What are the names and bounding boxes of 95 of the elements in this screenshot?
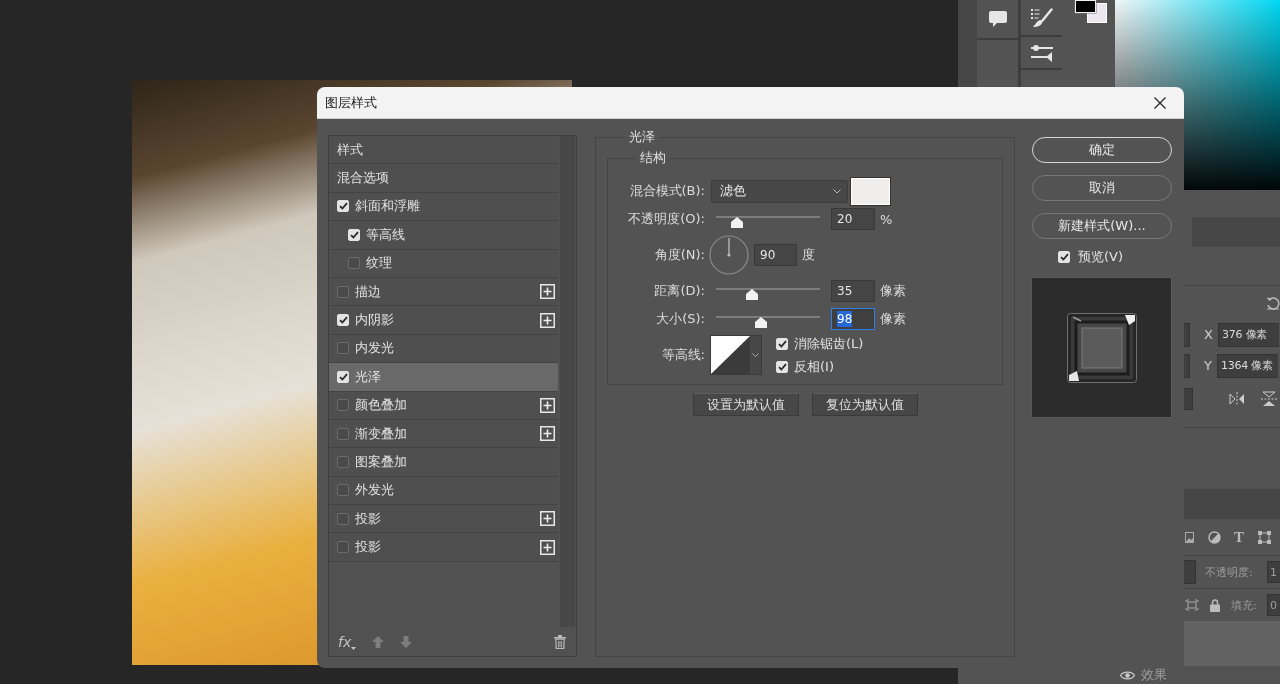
lock-icon[interactable] bbox=[1210, 598, 1220, 612]
tool-slot bbox=[977, 40, 1018, 87]
group-title: 结构 bbox=[639, 151, 667, 165]
default-button[interactable]: 复位为默认值 bbox=[811, 393, 918, 416]
plus-box-icon[interactable] bbox=[540, 511, 555, 527]
plus-box-icon[interactable] bbox=[540, 284, 555, 300]
checkmark-icon bbox=[338, 202, 348, 211]
checkmark-icon bbox=[777, 339, 787, 348]
checkbox[interactable] bbox=[337, 399, 349, 412]
field-label: 大小(S): bbox=[655, 310, 705, 328]
plus-box-icon[interactable] bbox=[540, 397, 555, 413]
number-field[interactable]: 20 bbox=[831, 208, 875, 230]
opacity-label: 不透明度: bbox=[1205, 564, 1253, 580]
field-label: 距离(D): bbox=[653, 282, 705, 300]
plus-box-icon[interactable] bbox=[540, 312, 555, 328]
tool-button[interactable] bbox=[1021, 0, 1062, 35]
checkbox[interactable] bbox=[337, 541, 349, 554]
effects-label: 效果 bbox=[1141, 666, 1167, 684]
plus-box-icon[interactable] bbox=[540, 539, 555, 555]
brush-icon bbox=[1030, 7, 1053, 28]
checkbox[interactable] bbox=[337, 342, 349, 355]
eye-icon[interactable] bbox=[1120, 670, 1135, 680]
fill-label: 填充: bbox=[1231, 597, 1257, 613]
unit-label: % bbox=[880, 211, 893, 227]
checkbox-label: 预览(V) bbox=[1078, 248, 1124, 266]
dropdown-field[interactable] bbox=[1184, 387, 1193, 410]
chevron-down-icon bbox=[752, 353, 759, 357]
number-field[interactable]: 98 bbox=[831, 308, 875, 330]
default-button[interactable]: 设置为默认值 bbox=[692, 393, 799, 416]
style-list-item[interactable]: 光泽 bbox=[329, 363, 558, 392]
contour-picker[interactable] bbox=[711, 336, 761, 374]
checkmark-icon bbox=[1059, 253, 1069, 261]
section-title: 光泽 bbox=[628, 130, 656, 144]
slider-track[interactable] bbox=[716, 216, 820, 228]
angle-dial[interactable] bbox=[709, 235, 749, 275]
sliders-icon bbox=[1030, 43, 1053, 62]
x-label: X bbox=[1204, 327, 1213, 342]
color-swatch-icon[interactable] bbox=[851, 177, 890, 205]
fx-button[interactable]: fx bbox=[338, 633, 357, 650]
field-label: 等高线: bbox=[660, 346, 705, 364]
checkmark-icon bbox=[338, 372, 348, 381]
checkmark-icon bbox=[338, 316, 348, 325]
caret-icon bbox=[351, 646, 357, 650]
contour-curve-icon bbox=[711, 336, 750, 374]
unit-label: 像素 bbox=[880, 282, 906, 300]
opacity-field[interactable]: 1 bbox=[1267, 561, 1280, 583]
checkmark-icon bbox=[777, 362, 787, 371]
input-field[interactable] bbox=[1184, 353, 1190, 378]
position-field[interactable]: 1364 像素 bbox=[1216, 353, 1278, 378]
image-icon[interactable] bbox=[1185, 531, 1194, 543]
flip-vertical-icon[interactable] bbox=[1261, 390, 1277, 407]
dropdown-field[interactable] bbox=[1184, 560, 1196, 584]
artboard-icon[interactable] bbox=[1185, 599, 1199, 611]
dialog-title: 图层样式 bbox=[325, 93, 377, 112]
color-swatches-icon[interactable] bbox=[1074, 0, 1108, 24]
slider-track[interactable] bbox=[716, 316, 820, 328]
field-label: 角度(N): bbox=[653, 246, 705, 264]
slider-thumb[interactable] bbox=[730, 217, 743, 228]
checkbox[interactable] bbox=[337, 484, 349, 497]
close-icon bbox=[1154, 96, 1166, 109]
slider-thumb[interactable] bbox=[754, 317, 767, 328]
number-field[interactable]: 90 bbox=[754, 244, 797, 266]
trash-icon[interactable] bbox=[554, 634, 566, 649]
input-field[interactable] bbox=[1184, 322, 1190, 347]
checkbox-label: 反相(I) bbox=[794, 357, 834, 376]
unit-label: 度 bbox=[802, 246, 815, 264]
position-field[interactable]: 376 像素 bbox=[1217, 322, 1279, 347]
beveled-square-drawing bbox=[1066, 312, 1137, 383]
tool-slot bbox=[1021, 70, 1062, 87]
unit-label: 像素 bbox=[880, 310, 906, 328]
half-circle-icon[interactable] bbox=[1208, 530, 1221, 544]
speech-bubble-icon bbox=[988, 11, 1007, 27]
y-label: Y bbox=[1204, 358, 1212, 373]
plus-box-icon[interactable] bbox=[540, 426, 555, 442]
slider-thumb[interactable] bbox=[746, 289, 759, 300]
text-filter-button[interactable]: T bbox=[1234, 529, 1244, 545]
reset-icon[interactable] bbox=[1266, 295, 1280, 310]
checkbox[interactable] bbox=[337, 512, 349, 525]
chevron-down-icon bbox=[833, 188, 841, 194]
transform-icon[interactable] bbox=[1258, 530, 1271, 544]
checkbox[interactable] bbox=[348, 257, 360, 270]
slider-track[interactable] bbox=[716, 288, 820, 300]
checkmark-icon bbox=[349, 230, 359, 239]
tool-button[interactable] bbox=[1021, 37, 1062, 68]
checkbox[interactable] bbox=[337, 456, 349, 468]
blend-mode-select[interactable]: 滤色 bbox=[711, 179, 848, 203]
checkbox[interactable] bbox=[337, 285, 349, 298]
field-label: 不透明度(O): bbox=[627, 210, 705, 228]
tool-button[interactable] bbox=[977, 0, 1018, 38]
number-field[interactable]: 35 bbox=[831, 280, 875, 302]
checkbox-label: 消除锯齿(L) bbox=[794, 334, 864, 353]
fill-field[interactable]: 0 bbox=[1267, 594, 1280, 616]
checkbox[interactable] bbox=[337, 427, 349, 440]
field-label: 混合模式(B): bbox=[628, 182, 705, 200]
flip-horizontal-icon[interactable] bbox=[1229, 391, 1245, 406]
